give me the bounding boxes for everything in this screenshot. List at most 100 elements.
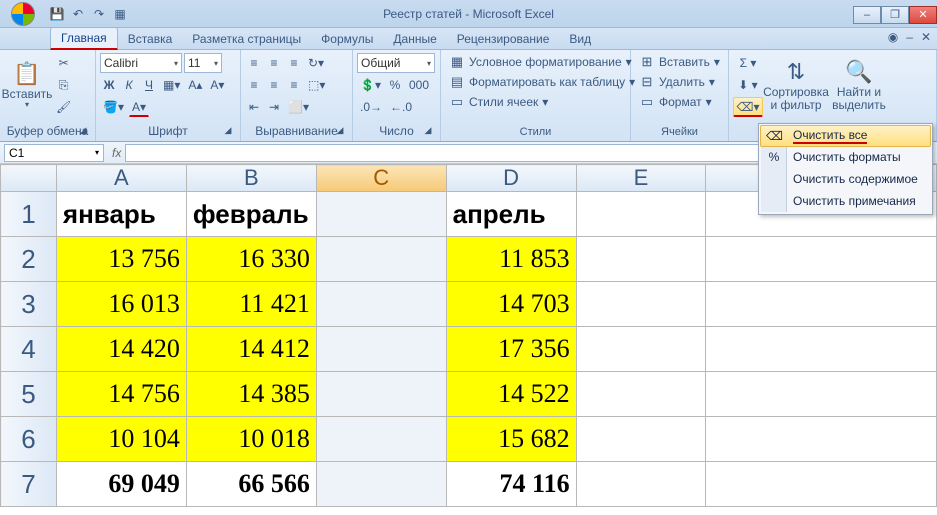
wrap-text[interactable]: ⬚▾ bbox=[305, 75, 328, 95]
col-header-C[interactable]: C bbox=[316, 165, 446, 192]
cell-B5[interactable]: 14 385 bbox=[186, 372, 316, 417]
insert-cells[interactable]: ⊞Вставить ▾ bbox=[635, 53, 724, 71]
tab-pagelayout[interactable]: Разметка страницы bbox=[182, 29, 311, 49]
cell-B7[interactable]: 66 566 bbox=[186, 462, 316, 507]
help-icon[interactable]: ◉ bbox=[888, 30, 898, 44]
font-family-combo[interactable]: Calibri▾ bbox=[100, 53, 182, 73]
cell-A2[interactable]: 13 756 bbox=[56, 237, 186, 282]
format-cells[interactable]: ▭Формат ▾ bbox=[635, 93, 724, 111]
cell-C2[interactable] bbox=[316, 237, 446, 282]
cell-B2[interactable]: 16 330 bbox=[186, 237, 316, 282]
align-bot[interactable]: ≡ bbox=[285, 53, 303, 73]
office-button[interactable] bbox=[2, 0, 44, 28]
tab-data[interactable]: Данные bbox=[383, 29, 446, 49]
close-button[interactable]: ✕ bbox=[909, 6, 937, 24]
bold-button[interactable]: Ж bbox=[100, 75, 118, 95]
cell-D3[interactable]: 14 703 bbox=[446, 282, 576, 327]
row-header-5[interactable]: 5 bbox=[1, 372, 57, 417]
minimize-button[interactable]: – bbox=[853, 6, 881, 24]
qat-redo[interactable]: ↷ bbox=[90, 5, 108, 23]
cell-B1[interactable]: февраль bbox=[186, 192, 316, 237]
cell-A6[interactable]: 10 104 bbox=[56, 417, 186, 462]
clipboard-launcher[interactable]: ◢ bbox=[77, 125, 89, 137]
orientation[interactable]: ↻▾ bbox=[305, 53, 327, 73]
cell-D6[interactable]: 15 682 bbox=[446, 417, 576, 462]
inc-indent[interactable]: ⇥ bbox=[265, 97, 283, 117]
clear-button[interactable]: ⌫ ▾ bbox=[733, 97, 763, 117]
fill[interactable]: ⬇ ▾ bbox=[733, 75, 763, 95]
delete-cells[interactable]: ⊟Удалить ▾ bbox=[635, 73, 724, 91]
dec-indent[interactable]: ⇤ bbox=[245, 97, 263, 117]
align-right[interactable]: ≡ bbox=[285, 75, 303, 95]
shrink-font[interactable]: A▾ bbox=[207, 75, 227, 95]
fx-icon[interactable]: fx bbox=[112, 146, 121, 160]
font-color-button[interactable]: A▾ bbox=[129, 97, 149, 117]
autosum[interactable]: Σ ▾ bbox=[733, 53, 763, 73]
cell-A3[interactable]: 16 013 bbox=[56, 282, 186, 327]
tab-view[interactable]: Вид bbox=[559, 29, 601, 49]
cell-styles[interactable]: ▭Стили ячеек ▾ bbox=[445, 93, 639, 111]
cell-D4[interactable]: 17 356 bbox=[446, 327, 576, 372]
col-header-A[interactable]: A bbox=[56, 165, 186, 192]
merge[interactable]: ⬜▾ bbox=[285, 97, 312, 117]
menu-clear-contents[interactable]: Очистить содержимое bbox=[761, 168, 930, 190]
col-header-B[interactable]: B bbox=[186, 165, 316, 192]
cell-A1[interactable]: январь bbox=[56, 192, 186, 237]
align-left[interactable]: ≡ bbox=[245, 75, 263, 95]
col-header-D[interactable]: D bbox=[446, 165, 576, 192]
row-header-6[interactable]: 6 bbox=[1, 417, 57, 462]
tab-formulas[interactable]: Формулы bbox=[311, 29, 383, 49]
number-format-combo[interactable]: Общий▾ bbox=[357, 53, 435, 73]
cell-C7[interactable] bbox=[316, 462, 446, 507]
underline-button[interactable]: Ч bbox=[140, 75, 158, 95]
menu-clear-comments[interactable]: Очистить примечания bbox=[761, 190, 930, 212]
number-launcher[interactable]: ◢ bbox=[422, 125, 434, 137]
sort-filter-button[interactable]: ⇅Сортировка и фильтр bbox=[766, 53, 826, 119]
font-size-combo[interactable]: 11▾ bbox=[184, 53, 222, 73]
menu-clear-formats[interactable]: %Очистить форматы bbox=[761, 146, 930, 168]
select-all-corner[interactable] bbox=[1, 165, 57, 192]
cell-D5[interactable]: 14 522 bbox=[446, 372, 576, 417]
cell-D1[interactable]: апрель bbox=[446, 192, 576, 237]
row-header-4[interactable]: 4 bbox=[1, 327, 57, 372]
tab-insert[interactable]: Вставка bbox=[118, 29, 183, 49]
align-mid[interactable]: ≡ bbox=[265, 53, 283, 73]
cell-C4[interactable] bbox=[316, 327, 446, 372]
min-ribbon-icon[interactable]: – bbox=[906, 30, 913, 44]
cell-D7[interactable]: 74 116 bbox=[446, 462, 576, 507]
font-launcher[interactable]: ◢ bbox=[222, 125, 234, 137]
row-header-7[interactable]: 7 bbox=[1, 462, 57, 507]
qat-extra[interactable]: ▦ bbox=[111, 5, 129, 23]
format-painter-button[interactable]: 🖌 bbox=[53, 97, 74, 117]
row-header-3[interactable]: 3 bbox=[1, 282, 57, 327]
align-center[interactable]: ≡ bbox=[265, 75, 283, 95]
cell-C6[interactable] bbox=[316, 417, 446, 462]
doc-close-icon[interactable]: ✕ bbox=[921, 30, 931, 44]
qat-save[interactable]: 💾 bbox=[48, 5, 66, 23]
cut-button[interactable]: ✂ bbox=[53, 53, 74, 73]
align-launcher[interactable]: ◢ bbox=[334, 125, 346, 137]
comma[interactable]: 000 bbox=[406, 75, 432, 95]
conditional-formatting[interactable]: ▦Условное форматирование ▾ bbox=[445, 53, 639, 71]
cell-B6[interactable]: 10 018 bbox=[186, 417, 316, 462]
format-as-table[interactable]: ▤Форматировать как таблицу ▾ bbox=[445, 73, 639, 91]
cell-C3[interactable] bbox=[316, 282, 446, 327]
border-button[interactable]: ▦▾ bbox=[160, 75, 183, 95]
name-box[interactable]: C1▾ bbox=[4, 144, 104, 162]
tab-home[interactable]: Главная bbox=[50, 27, 118, 50]
dec-decimal[interactable]: ←.0 bbox=[387, 97, 415, 117]
paste-button[interactable]: 📋 Вставить ▾ bbox=[4, 53, 50, 119]
maximize-button[interactable]: ❐ bbox=[881, 6, 909, 24]
copy-button[interactable]: ⎘ bbox=[53, 75, 74, 95]
cell-B3[interactable]: 11 421 bbox=[186, 282, 316, 327]
cell-B4[interactable]: 14 412 bbox=[186, 327, 316, 372]
grow-font[interactable]: A▴ bbox=[185, 75, 205, 95]
align-top[interactable]: ≡ bbox=[245, 53, 263, 73]
cell-A7[interactable]: 69 049 bbox=[56, 462, 186, 507]
cell-A4[interactable]: 14 420 bbox=[56, 327, 186, 372]
cell-D2[interactable]: 11 853 bbox=[446, 237, 576, 282]
tab-review[interactable]: Рецензирование bbox=[447, 29, 560, 49]
row-header-1[interactable]: 1 bbox=[1, 192, 57, 237]
cell-E1[interactable] bbox=[576, 192, 706, 237]
currency[interactable]: 💲▾ bbox=[357, 75, 384, 95]
